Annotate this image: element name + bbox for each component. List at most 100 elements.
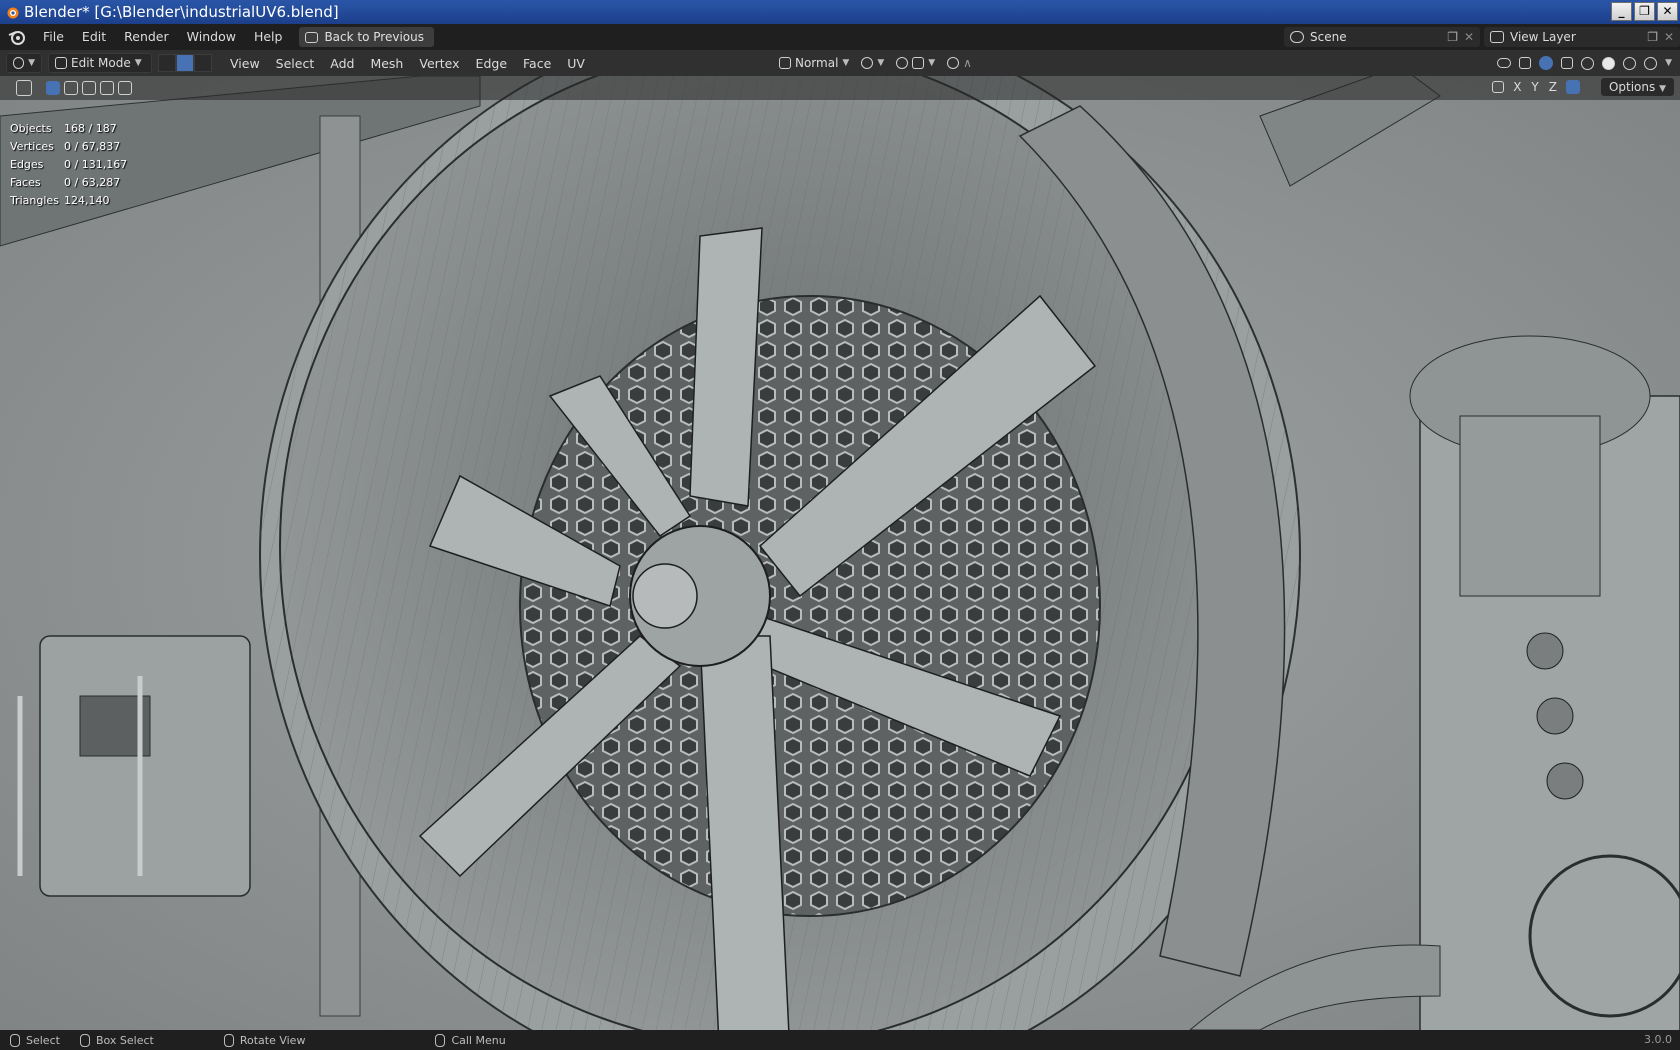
wireframe-shading-icon[interactable] <box>1581 56 1595 70</box>
3d-viewport[interactable] <box>0 76 1680 1030</box>
status-rotate-view-label: Rotate View <box>239 1033 306 1047</box>
auto-merge-icon[interactable] <box>1566 80 1580 94</box>
blender-menu-icon[interactable] <box>6 26 28 48</box>
mirror-icon[interactable] <box>1492 81 1505 93</box>
back-to-previous-button[interactable]: Back to Previous <box>299 27 434 47</box>
menu-window[interactable]: Window <box>178 24 245 50</box>
chevron-down-icon: ▼ <box>877 58 885 68</box>
chevron-down-icon: ▼ <box>1659 84 1666 94</box>
stat-value: 0 / 63,287 <box>64 176 121 189</box>
scene-name: Scene <box>1310 30 1347 44</box>
pivot-point-dropdown[interactable]: ▼ <box>855 53 890 73</box>
scene-remove-icon[interactable]: ✕ <box>1464 30 1474 44</box>
status-select: Select <box>10 1033 60 1047</box>
magnet-icon <box>896 57 909 69</box>
menu-select[interactable]: Select <box>268 56 323 71</box>
mode-dropdown[interactable]: Edit Mode ▼ <box>48 53 152 73</box>
select-new-icon[interactable] <box>46 81 60 95</box>
mode-label: Edit Mode <box>71 56 131 70</box>
mouse-middle-icon <box>223 1033 234 1047</box>
xray-icon[interactable] <box>1561 57 1574 69</box>
mouse-right-icon <box>435 1033 446 1047</box>
restore-button[interactable]: ❐ <box>1634 2 1655 21</box>
select-subtract-icon[interactable] <box>82 81 96 95</box>
stat-value: 168 / 187 <box>64 122 117 135</box>
status-box-select-label: Box Select <box>95 1033 154 1047</box>
3d-viewport-icon <box>13 57 25 69</box>
menu-edge[interactable]: Edge <box>468 56 515 71</box>
blender-version: 3.0.0 <box>1644 1033 1672 1046</box>
chevron-down-icon: ▼ <box>134 58 142 68</box>
chevron-down-icon: ▼ <box>928 58 936 68</box>
stat-value: 0 / 131,167 <box>64 158 128 171</box>
transform-orientation-dropdown[interactable]: Normal ▼ <box>773 53 855 73</box>
snap-toggle[interactable]: ▼ <box>890 53 941 73</box>
scene-selector[interactable]: Scene ❐ ✕ <box>1284 27 1480 47</box>
material-shading-icon[interactable] <box>1623 56 1637 70</box>
scene-icon <box>1290 31 1304 43</box>
menu-render[interactable]: Render <box>115 24 178 50</box>
view-layer-icon <box>1490 31 1504 43</box>
blender-logo-icon <box>7 7 19 19</box>
menu-edit[interactable]: Edit <box>73 24 115 50</box>
back-to-previous-label: Back to Previous <box>324 30 424 44</box>
status-call-menu: Call Menu <box>435 1033 506 1047</box>
chevron-down-icon: ▼ <box>28 58 35 68</box>
stat-row: Edges 0 / 131,167 <box>10 156 127 174</box>
options-dropdown[interactable]: Options ▼ <box>1600 78 1674 96</box>
menu-mesh[interactable]: Mesh <box>362 56 411 71</box>
gizmo-icon[interactable] <box>1519 57 1532 69</box>
menu-help[interactable]: Help <box>245 24 292 50</box>
vertex-select-icon[interactable] <box>158 54 176 72</box>
menu-uv[interactable]: UV <box>559 56 593 71</box>
minimize-button[interactable]: _ <box>1611 2 1632 21</box>
solid-shading-icon[interactable] <box>1602 56 1616 70</box>
select-extend-icon[interactable] <box>64 81 78 95</box>
select-invert-icon[interactable] <box>100 81 114 95</box>
chevron-down-icon: ▼ <box>842 58 850 68</box>
window-titlebar: Blender* [G:\Blender\industrialUV6.blend… <box>0 0 1680 24</box>
proportional-edit-toggle[interactable]: ∧ <box>941 53 978 73</box>
mirror-y-toggle[interactable]: Y <box>1526 80 1543 94</box>
menu-add[interactable]: Add <box>322 56 362 71</box>
viewport-render[interactable] <box>0 76 1680 1030</box>
stat-value: 0 / 67,837 <box>64 140 121 153</box>
proportional-edit-icon <box>947 57 960 69</box>
close-button[interactable]: ✕ <box>1657 2 1678 21</box>
face-select-icon[interactable] <box>194 54 212 72</box>
viewport-header: ▼ Edit Mode ▼ View Select Add Mesh Verte… <box>0 50 1680 76</box>
select-intersect-icon[interactable] <box>118 81 132 95</box>
editor-type-dropdown[interactable]: ▼ <box>6 53 42 73</box>
viewport-statistics: Objects 168 / 187 Vertices 0 / 67,837 Edge… <box>10 120 127 210</box>
chevron-down-icon[interactable]: ▼ <box>1665 58 1672 68</box>
view-layer-selector[interactable]: View Layer ❐ ✕ <box>1484 27 1680 47</box>
menu-view[interactable]: View <box>222 56 268 71</box>
status-box-select: Box Select <box>79 1033 154 1047</box>
status-select-label: Select <box>26 1033 60 1047</box>
stat-row: Triangles 124,140 <box>10 192 127 210</box>
menu-vertex[interactable]: Vertex <box>411 56 467 71</box>
select-mode-group <box>158 54 212 72</box>
stat-label: Faces <box>10 176 41 189</box>
status-rotate-view: Rotate View <box>223 1033 306 1047</box>
scene-copy-icon[interactable]: ❐ <box>1447 30 1458 44</box>
select-tool-icon[interactable] <box>16 80 32 96</box>
rendered-shading-icon[interactable] <box>1644 56 1658 70</box>
menu-face[interactable]: Face <box>515 56 559 71</box>
window-title: Blender* [G:\Blender\industrialUV6.blend… <box>24 3 339 21</box>
mirror-z-toggle[interactable]: Z <box>1544 80 1562 94</box>
edge-select-icon[interactable] <box>176 54 194 72</box>
view-layer-copy-icon[interactable]: ❐ <box>1647 30 1658 44</box>
view-layer-remove-icon[interactable]: ✕ <box>1664 30 1674 44</box>
mirror-x-toggle[interactable]: X <box>1508 80 1526 94</box>
menu-file[interactable]: File <box>34 24 73 50</box>
overlays-icon[interactable] <box>1539 56 1554 70</box>
falloff-curve-icon[interactable]: ∧ <box>963 56 972 70</box>
edit-mode-icon <box>55 57 67 69</box>
visibility-eye-icon[interactable] <box>1497 58 1512 68</box>
stat-value: 124,140 <box>64 194 110 207</box>
stat-label: Objects <box>10 122 52 135</box>
mouse-drag-icon <box>79 1033 90 1047</box>
screen-icon <box>305 31 319 43</box>
stat-row: Objects 168 / 187 <box>10 120 127 138</box>
